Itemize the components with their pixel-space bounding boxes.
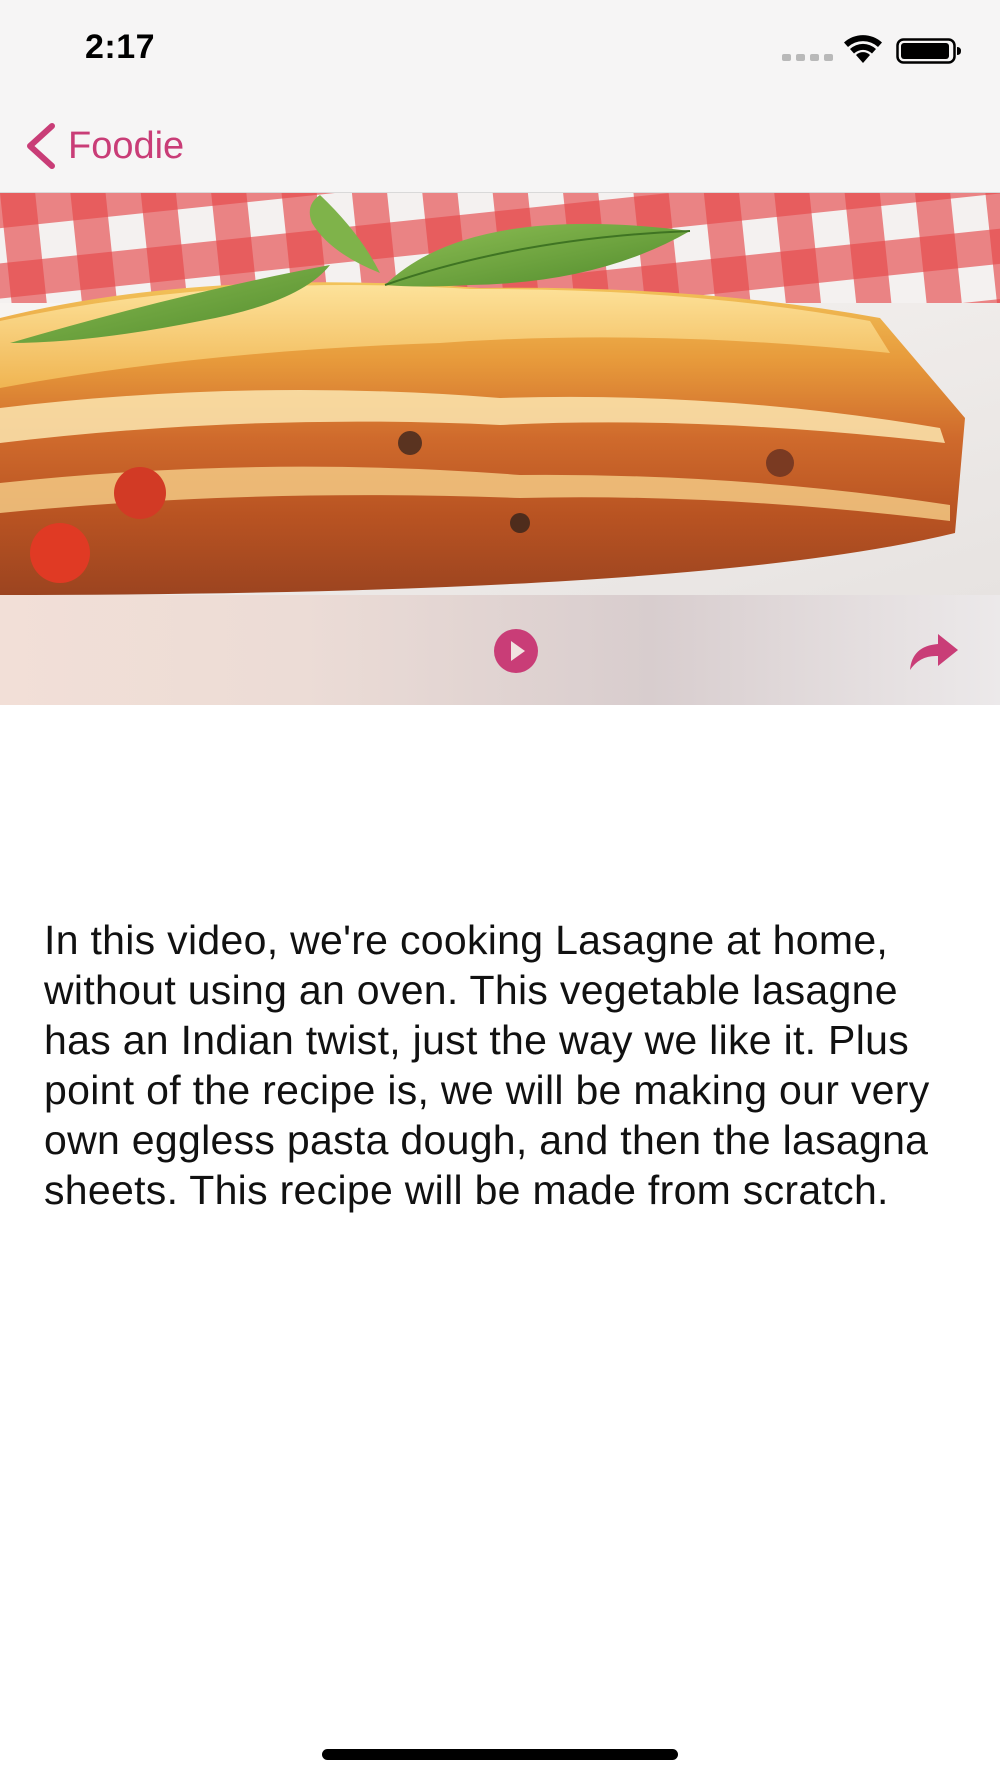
chevron-left-icon [27, 123, 55, 169]
status-time: 2:17 [85, 28, 156, 66]
battery-icon [896, 38, 961, 64]
wifi-icon [844, 35, 882, 63]
share-icon[interactable] [908, 632, 960, 672]
home-indicator[interactable] [322, 1749, 678, 1760]
cellular-signal-icon [782, 54, 833, 61]
play-icon[interactable] [493, 628, 539, 674]
status-bar: 2:17 [0, 0, 1000, 100]
recipe-hero-image [0, 193, 1000, 595]
back-button-label: Foodie [68, 124, 185, 167]
back-button[interactable]: Foodie [22, 120, 184, 172]
navigation-bar: Foodie [0, 100, 1000, 193]
recipe-description: In this video, we're cooking Lasagne at … [44, 917, 930, 1213]
media-action-bar [0, 595, 1000, 705]
